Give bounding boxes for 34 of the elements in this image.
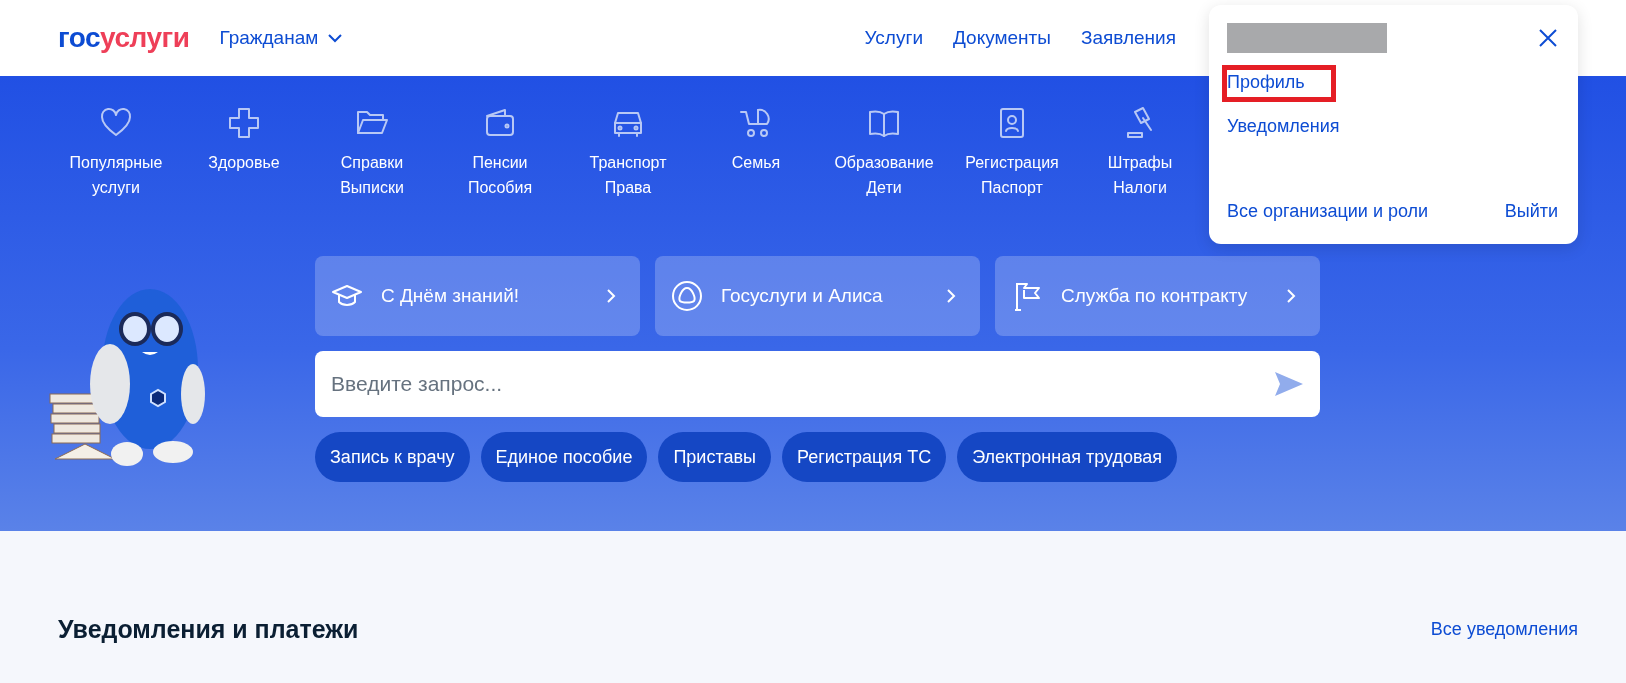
search-field[interactable]: Введите запрос...: [315, 351, 1320, 417]
chevron-down-icon: [328, 33, 343, 43]
quick-link-chip[interactable]: Регистрация ТС: [781, 432, 947, 482]
category-link[interactable]: Образование Дети: [834, 150, 934, 200]
audience-menu[interactable]: Гражданам: [219, 27, 343, 49]
all-notifications-link[interactable]: Все уведомления: [1430, 619, 1578, 640]
plus-cross-icon: [227, 106, 261, 140]
category-link[interactable]: Регистрация Паспорт: [965, 150, 1059, 200]
section-heading: Уведомления и платежи: [58, 615, 359, 644]
menu-link[interactable]: Профиль: [1222, 65, 1336, 102]
chevron-right-icon: [1287, 289, 1296, 303]
quick-link-chip[interactable]: Электронная трудовая: [957, 432, 1178, 482]
site-logo[interactable]: госуслуги: [58, 22, 190, 54]
nav-link[interactable]: Документы: [953, 27, 1051, 49]
quick-link-chip[interactable]: Приставы: [658, 432, 771, 482]
chevron-right-icon: [947, 289, 956, 303]
quick-link-chip[interactable]: Запись к врачу: [315, 432, 470, 482]
category-link[interactable]: Популярные услуги: [69, 150, 163, 200]
category-link[interactable]: Штрафы Налоги: [1107, 150, 1173, 200]
nav-link[interactable]: Услуги: [864, 27, 923, 49]
category-link[interactable]: Пенсии Пособия: [467, 150, 533, 200]
category-link[interactable]: Здоровье: [208, 150, 280, 175]
menu-link[interactable]: Уведомления: [1227, 116, 1340, 137]
chevron-right-icon: [607, 289, 616, 303]
category-link[interactable]: Транспорт Права: [589, 150, 667, 200]
quick-link-chip[interactable]: Единое пособие: [480, 432, 648, 482]
ring-logo-icon: [671, 280, 703, 312]
organizations-link[interactable]: Все организации и роли: [1227, 201, 1429, 222]
close-icon[interactable]: [1538, 28, 1558, 48]
logout-link[interactable]: Выйти: [1504, 201, 1558, 222]
category-link[interactable]: Семья: [731, 150, 781, 175]
category-link[interactable]: Справки Выписки: [340, 150, 404, 200]
nav-link[interactable]: Заявления: [1080, 27, 1176, 49]
stroller-icon: [739, 106, 773, 140]
